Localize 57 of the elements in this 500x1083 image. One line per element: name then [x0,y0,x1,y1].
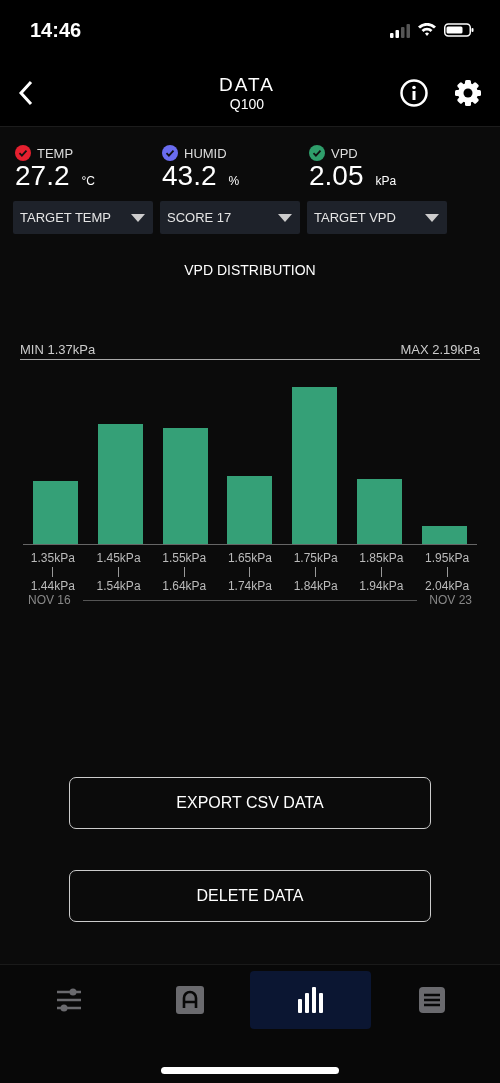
dropdown[interactable]: TARGET VPD [307,201,447,234]
metric-label: TEMP [37,145,74,161]
metric-unit: % [228,174,240,188]
bin-start: 1.85kPa [359,551,404,565]
metric-value: 2.05 [309,161,364,191]
chart-bar [227,476,273,544]
bin-end: 1.64kPa [162,579,207,593]
max-reading: MAX 2.19kPa [400,342,480,357]
caret-icon [278,213,292,222]
bin-start: 1.55kPa [162,551,207,565]
dropdown[interactable]: TARGET TEMP [13,201,153,234]
bin-start: 1.75kPa [293,551,338,565]
chart-bar [357,479,403,544]
min-reading: MIN 1.37kPa [20,342,96,357]
check-icon[interactable] [309,145,325,161]
check-icon[interactable] [15,145,31,161]
metric-value: 43.2 [162,161,217,191]
bin-start: 1.95kPa [425,551,470,565]
bin-start: 1.65kPa [227,551,272,565]
end-date: NOV 23 [429,593,472,607]
metric-label: VPD [331,145,358,161]
info-icon[interactable] [400,79,428,107]
signal-icon [390,22,410,38]
caret-icon [425,213,439,222]
start-date: NOV 16 [28,593,71,607]
settings-icon[interactable] [454,79,482,107]
tab[interactable] [250,971,371,1029]
battery-icon [444,23,474,37]
metric-label: HUMID [184,145,227,161]
bin-start: 1.35kPa [30,551,75,565]
bin-end: 1.54kPa [96,579,141,593]
action-button[interactable]: DELETE DATA [69,870,431,922]
chart-bar [32,481,78,544]
letter-tile-icon [175,986,204,1014]
bin-end: 1.84kPa [293,579,338,593]
bar-chart-icon [297,987,324,1013]
caret-icon [131,213,145,222]
chart-title: VPD DISTRIBUTION [183,262,317,278]
status-time: 14:46 [30,18,82,42]
check-icon[interactable] [162,145,178,161]
wifi-icon [418,23,436,37]
bin-end: 2.04kPa [425,579,470,593]
page-title: DATA [219,74,275,96]
sliders-icon [55,988,82,1012]
device-name: Q100 [229,96,265,112]
metric-unit: °C [81,174,95,188]
bin-end: 1.94kPa [359,579,404,593]
metric-unit: kPa [375,174,397,188]
metric-value: 27.2 [15,161,70,191]
bin-start: 1.45kPa [96,551,141,565]
chart-bar [422,526,467,544]
bin-end: 1.44kPa [30,579,75,593]
back-icon[interactable] [18,80,34,106]
action-button[interactable]: EXPORT CSV DATA [69,777,431,829]
bin-end: 1.74kPa [227,579,272,593]
list-icon [418,987,445,1013]
dropdown[interactable]: SCORE 17 [160,201,300,234]
